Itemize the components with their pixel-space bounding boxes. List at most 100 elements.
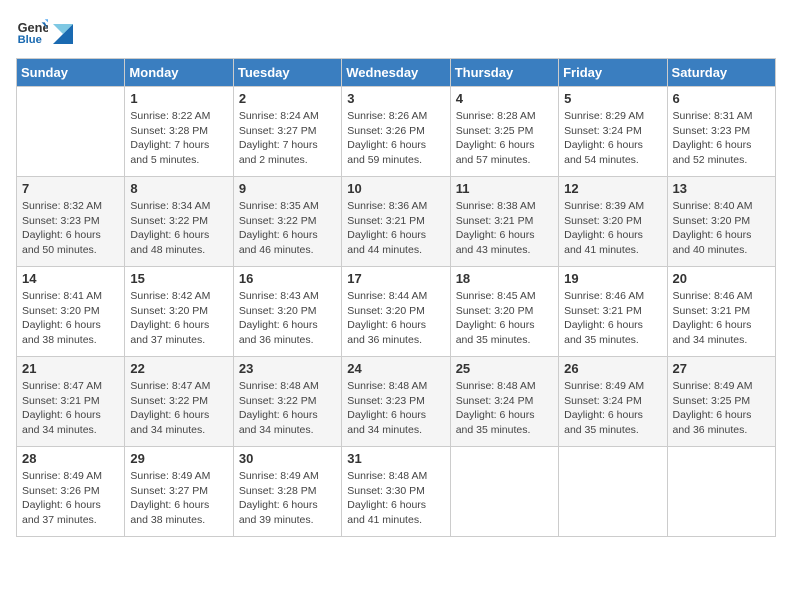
- day-number: 7: [22, 181, 119, 196]
- day-cell: [17, 87, 125, 177]
- day-cell: 9 Sunrise: 8:35 AM Sunset: 3:22 PM Daylig…: [233, 177, 341, 267]
- day-cell: 18 Sunrise: 8:45 AM Sunset: 3:20 PM Dayli…: [450, 267, 558, 357]
- logo: General Blue: [16, 16, 74, 48]
- day-info: Sunrise: 8:38 AM Sunset: 3:21 PM Dayligh…: [456, 199, 553, 258]
- day-info: Sunrise: 8:24 AM Sunset: 3:27 PM Dayligh…: [239, 109, 336, 168]
- day-number: 17: [347, 271, 444, 286]
- week-row-1: 1Sunrise: 8:22 AM Sunset: 3:28 PM Daylig…: [17, 87, 776, 177]
- day-number: 4: [456, 91, 553, 106]
- day-info: Sunrise: 8:29 AM Sunset: 3:24 PM Dayligh…: [564, 109, 661, 168]
- day-cell: 14 Sunrise: 8:41 AM Sunset: 3:20 PM Dayli…: [17, 267, 125, 357]
- day-info: Sunrise: 8:48 AM Sunset: 3:23 PM Dayligh…: [347, 379, 444, 438]
- day-cell: 28 Sunrise: 8:49 AM Sunset: 3:26 PM Dayli…: [17, 447, 125, 537]
- day-cell: 7Sunrise: 8:32 AM Sunset: 3:23 PM Daylig…: [17, 177, 125, 267]
- day-number: 31: [347, 451, 444, 466]
- day-number: 21: [22, 361, 119, 376]
- day-cell: [450, 447, 558, 537]
- day-cell: 17 Sunrise: 8:44 AM Sunset: 3:20 PM Dayli…: [342, 267, 450, 357]
- day-number: 15: [130, 271, 227, 286]
- day-cell: 11 Sunrise: 8:38 AM Sunset: 3:21 PM Dayli…: [450, 177, 558, 267]
- day-info: Sunrise: 8:49 AM Sunset: 3:26 PM Dayligh…: [22, 469, 119, 528]
- day-info: Sunrise: 8:43 AM Sunset: 3:20 PM Dayligh…: [239, 289, 336, 348]
- day-number: 25: [456, 361, 553, 376]
- header-day-friday: Friday: [559, 59, 667, 87]
- day-number: 28: [22, 451, 119, 466]
- header-day-monday: Monday: [125, 59, 233, 87]
- day-cell: 12Sunrise: 8:39 AM Sunset: 3:20 PM Dayli…: [559, 177, 667, 267]
- day-info: Sunrise: 8:35 AM Sunset: 3:22 PM Dayligh…: [239, 199, 336, 258]
- day-cell: 22 Sunrise: 8:47 AM Sunset: 3:22 PM Dayli…: [125, 357, 233, 447]
- day-cell: 25 Sunrise: 8:48 AM Sunset: 3:24 PM Dayli…: [450, 357, 558, 447]
- day-cell: 23 Sunrise: 8:48 AM Sunset: 3:22 PM Dayli…: [233, 357, 341, 447]
- day-info: Sunrise: 8:49 AM Sunset: 3:24 PM Dayligh…: [564, 379, 661, 438]
- header-day-saturday: Saturday: [667, 59, 775, 87]
- day-info: Sunrise: 8:48 AM Sunset: 3:22 PM Dayligh…: [239, 379, 336, 438]
- logo-icon: General Blue: [16, 16, 48, 48]
- day-info: Sunrise: 8:48 AM Sunset: 3:30 PM Dayligh…: [347, 469, 444, 528]
- header-day-wednesday: Wednesday: [342, 59, 450, 87]
- header-day-sunday: Sunday: [17, 59, 125, 87]
- day-number: 24: [347, 361, 444, 376]
- day-cell: 4Sunrise: 8:28 AM Sunset: 3:25 PM Daylig…: [450, 87, 558, 177]
- day-info: Sunrise: 8:45 AM Sunset: 3:20 PM Dayligh…: [456, 289, 553, 348]
- day-cell: 27 Sunrise: 8:49 AM Sunset: 3:25 PM Dayli…: [667, 357, 775, 447]
- day-number: 26: [564, 361, 661, 376]
- day-info: Sunrise: 8:31 AM Sunset: 3:23 PM Dayligh…: [673, 109, 770, 168]
- day-info: Sunrise: 8:36 AM Sunset: 3:21 PM Dayligh…: [347, 199, 444, 258]
- day-number: 27: [673, 361, 770, 376]
- day-info: Sunrise: 8:46 AM Sunset: 3:21 PM Dayligh…: [564, 289, 661, 348]
- day-number: 29: [130, 451, 227, 466]
- day-number: 5: [564, 91, 661, 106]
- day-cell: 26 Sunrise: 8:49 AM Sunset: 3:24 PM Dayli…: [559, 357, 667, 447]
- day-number: 19: [564, 271, 661, 286]
- week-row-5: 28 Sunrise: 8:49 AM Sunset: 3:26 PM Dayli…: [17, 447, 776, 537]
- day-number: 14: [22, 271, 119, 286]
- logo-triangle-icon: [53, 24, 73, 44]
- day-cell: 3 Sunrise: 8:26 AM Sunset: 3:26 PM Daylig…: [342, 87, 450, 177]
- day-number: 18: [456, 271, 553, 286]
- day-number: 8: [130, 181, 227, 196]
- day-cell: 30Sunrise: 8:49 AM Sunset: 3:28 PM Dayli…: [233, 447, 341, 537]
- day-number: 9: [239, 181, 336, 196]
- day-number: 11: [456, 181, 553, 196]
- day-info: Sunrise: 8:49 AM Sunset: 3:27 PM Dayligh…: [130, 469, 227, 528]
- day-info: Sunrise: 8:47 AM Sunset: 3:21 PM Dayligh…: [22, 379, 119, 438]
- svg-text:General: General: [18, 20, 48, 35]
- day-number: 16: [239, 271, 336, 286]
- day-cell: 31 Sunrise: 8:48 AM Sunset: 3:30 PM Dayli…: [342, 447, 450, 537]
- day-cell: 29 Sunrise: 8:49 AM Sunset: 3:27 PM Dayli…: [125, 447, 233, 537]
- day-info: Sunrise: 8:40 AM Sunset: 3:20 PM Dayligh…: [673, 199, 770, 258]
- day-number: 3: [347, 91, 444, 106]
- day-info: Sunrise: 8:48 AM Sunset: 3:24 PM Dayligh…: [456, 379, 553, 438]
- day-cell: 8Sunrise: 8:34 AM Sunset: 3:22 PM Daylig…: [125, 177, 233, 267]
- day-info: Sunrise: 8:26 AM Sunset: 3:26 PM Dayligh…: [347, 109, 444, 168]
- day-cell: 24 Sunrise: 8:48 AM Sunset: 3:23 PM Dayli…: [342, 357, 450, 447]
- day-cell: 16 Sunrise: 8:43 AM Sunset: 3:20 PM Dayli…: [233, 267, 341, 357]
- header-day-tuesday: Tuesday: [233, 59, 341, 87]
- day-info: Sunrise: 8:41 AM Sunset: 3:20 PM Dayligh…: [22, 289, 119, 348]
- svg-text:Blue: Blue: [18, 34, 42, 46]
- day-number: 1: [130, 91, 227, 106]
- day-cell: 10 Sunrise: 8:36 AM Sunset: 3:21 PM Dayli…: [342, 177, 450, 267]
- day-info: Sunrise: 8:39 AM Sunset: 3:20 PM Dayligh…: [564, 199, 661, 258]
- day-cell: 6Sunrise: 8:31 AM Sunset: 3:23 PM Daylig…: [667, 87, 775, 177]
- day-info: Sunrise: 8:47 AM Sunset: 3:22 PM Dayligh…: [130, 379, 227, 438]
- header-row: SundayMondayTuesdayWednesdayThursdayFrid…: [17, 59, 776, 87]
- day-info: Sunrise: 8:44 AM Sunset: 3:20 PM Dayligh…: [347, 289, 444, 348]
- day-number: 20: [673, 271, 770, 286]
- day-number: 22: [130, 361, 227, 376]
- day-number: 23: [239, 361, 336, 376]
- day-number: 13: [673, 181, 770, 196]
- week-row-3: 14 Sunrise: 8:41 AM Sunset: 3:20 PM Dayli…: [17, 267, 776, 357]
- day-info: Sunrise: 8:49 AM Sunset: 3:25 PM Dayligh…: [673, 379, 770, 438]
- day-info: Sunrise: 8:49 AM Sunset: 3:28 PM Dayligh…: [239, 469, 336, 528]
- calendar-body: 1Sunrise: 8:22 AM Sunset: 3:28 PM Daylig…: [17, 87, 776, 537]
- day-info: Sunrise: 8:46 AM Sunset: 3:21 PM Dayligh…: [673, 289, 770, 348]
- calendar-header: SundayMondayTuesdayWednesdayThursdayFrid…: [17, 59, 776, 87]
- calendar-table: SundayMondayTuesdayWednesdayThursdayFrid…: [16, 58, 776, 537]
- day-cell: 2 Sunrise: 8:24 AM Sunset: 3:27 PM Daylig…: [233, 87, 341, 177]
- header-day-thursday: Thursday: [450, 59, 558, 87]
- day-number: 2: [239, 91, 336, 106]
- day-cell: [559, 447, 667, 537]
- day-number: 10: [347, 181, 444, 196]
